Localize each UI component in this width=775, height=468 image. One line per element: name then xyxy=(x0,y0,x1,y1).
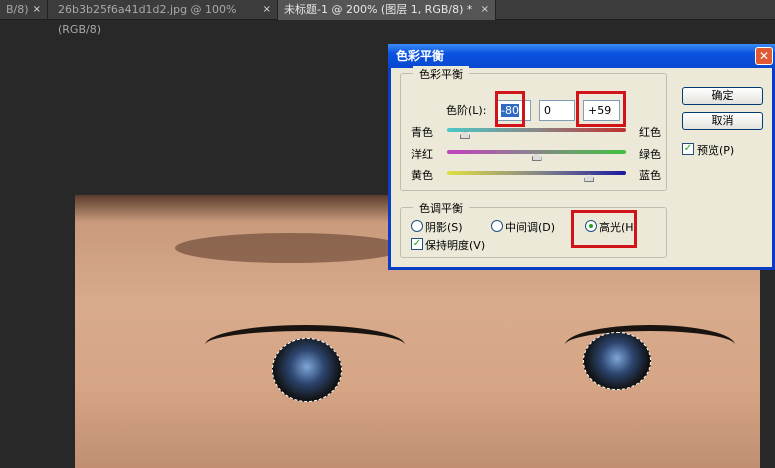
preserve-luminosity-label: 保持明度(V) xyxy=(425,239,486,252)
annotation-box xyxy=(571,210,637,248)
tab-label: 26b3b25f6a41d1d2.jpg @ 100%(RGB/8) xyxy=(58,3,237,36)
annotation-box xyxy=(576,91,626,127)
close-icon[interactable]: × xyxy=(263,0,271,20)
group-label: 色调平衡 xyxy=(413,200,469,216)
annotation-box xyxy=(495,91,525,127)
ok-button[interactable]: 确定 xyxy=(682,87,763,105)
slider-left-label: 黄色 xyxy=(411,169,433,182)
eye-selection-left xyxy=(272,338,342,402)
dialog-title: 色彩平衡 xyxy=(396,49,445,63)
document-tabs: B/8) × 26b3b25f6a41d1d2.jpg @ 100%(RGB/8)… xyxy=(0,0,775,36)
color-slider-track[interactable] xyxy=(447,128,626,132)
eyebrow-left xyxy=(175,233,405,263)
slider-left-label: 洋红 xyxy=(411,148,433,161)
tab-doc-active[interactable]: 未标题-1 @ 200% (图层 1, RGB/8) * × xyxy=(278,0,496,20)
tab-label: 未标题-1 @ 200% (图层 1, RGB/8) * xyxy=(284,3,473,16)
close-icon[interactable]: × xyxy=(33,0,41,20)
preview-checkbox[interactable]: ✓ xyxy=(682,143,694,155)
dialog-title-bar[interactable]: 色彩平衡 ✕ xyxy=(388,44,775,68)
preview-label: 预览(P) xyxy=(697,144,735,157)
slider-right-label: 蓝色 xyxy=(639,169,661,182)
color-balance-dialog: 色彩平衡 ✕ 色彩平衡 色阶(L): -80 0 +59 青色 红色 洋红 绿色 黄色 蓝色… xyxy=(388,44,775,270)
level-input-magenta-green[interactable]: 0 xyxy=(539,100,575,121)
cancel-button[interactable]: 取消 xyxy=(682,112,763,130)
levels-label: 色阶(L): xyxy=(446,104,487,117)
slider-right-label: 红色 xyxy=(639,126,661,139)
slider-left-label: 青色 xyxy=(411,126,433,139)
preserve-luminosity-checkbox[interactable]: ✓ xyxy=(411,238,423,250)
radio-midtones[interactable] xyxy=(491,220,503,232)
radio-shadows[interactable] xyxy=(411,220,423,232)
color-slider-track[interactable] xyxy=(447,171,626,175)
close-button[interactable]: ✕ xyxy=(755,47,773,65)
tab-doc-2[interactable]: 26b3b25f6a41d1d2.jpg @ 100%(RGB/8) × xyxy=(48,0,278,36)
midtones-label: 中间调(D) xyxy=(505,221,556,234)
tab-label: B/8) xyxy=(6,3,29,16)
eye-selection-right xyxy=(583,332,651,390)
slider-right-label: 绿色 xyxy=(639,148,661,161)
close-icon[interactable]: × xyxy=(481,0,489,20)
shadows-label: 阴影(S) xyxy=(425,221,463,234)
group-label: 色彩平衡 xyxy=(413,66,469,82)
tab-doc-1[interactable]: B/8) × xyxy=(0,0,48,20)
